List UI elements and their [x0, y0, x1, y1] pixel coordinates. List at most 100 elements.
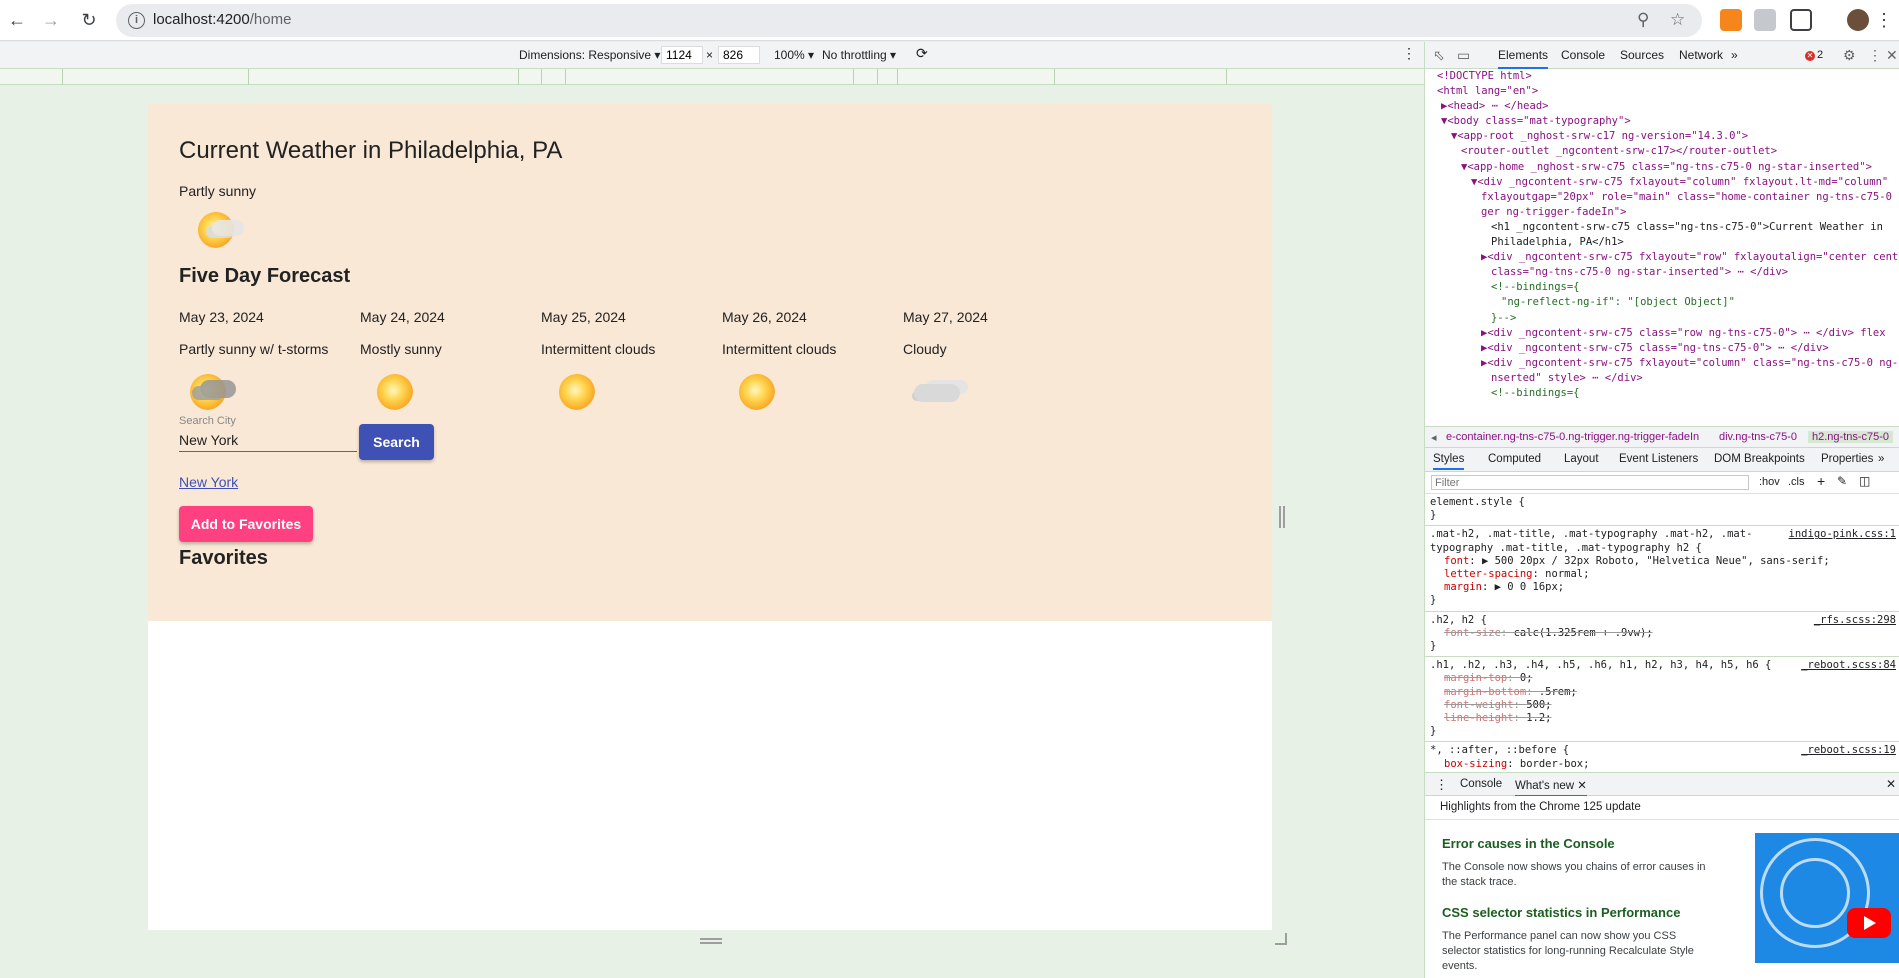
zoom-dropdown[interactable]: 100% ▾	[774, 48, 814, 62]
paint-icon[interactable]: ✎	[1837, 474, 1847, 488]
city-link[interactable]: New York	[179, 474, 238, 490]
breadcrumb-scroll-left[interactable]: ◂	[1431, 431, 1437, 444]
css-source-link[interactable]: _reboot.scss:84	[1801, 659, 1896, 672]
viewport-resize-corner-handle[interactable]	[1275, 933, 1287, 945]
css-property[interactable]: line-height: 1.2;	[1430, 712, 1895, 725]
subtab-computed[interactable]: Computed	[1488, 453, 1541, 465]
width-input[interactable]	[661, 46, 703, 64]
tab-elements[interactable]: Elements	[1498, 48, 1549, 69]
css-property[interactable]: letter-spacing: normal;	[1430, 568, 1895, 581]
close-devtools-icon[interactable]: ✕	[1886, 47, 1898, 64]
search-city-input[interactable]	[179, 428, 357, 452]
dom-node[interactable]: <!--bindings={	[1425, 280, 1899, 295]
subtab-event-listeners[interactable]: Event Listeners	[1619, 453, 1698, 465]
device-menu-icon[interactable]: ⋮	[1402, 45, 1416, 62]
bookmark-star-icon[interactable]: ☆	[1670, 10, 1685, 30]
dom-node[interactable]: <router-outlet _ngcontent-srw-c17></rout…	[1425, 144, 1899, 159]
whats-new-item-title[interactable]: Error causes in the Console	[1442, 836, 1615, 851]
dom-node[interactable]: <!DOCTYPE html>	[1425, 69, 1899, 84]
dom-node[interactable]: ▼<app-root _nghost-srw-c17 ng-version="1…	[1425, 129, 1899, 144]
dom-node[interactable]: <!--bindings={	[1425, 386, 1899, 401]
zoom-icon[interactable]: ⚲	[1637, 10, 1649, 30]
error-count-badge[interactable]: ✕ 2	[1805, 49, 1823, 61]
dom-node[interactable]: ger ng-trigger-fadeIn">	[1425, 205, 1899, 220]
drawer-tab-whats-new[interactable]: What's new ✕	[1515, 778, 1587, 797]
back-button[interactable]: ←	[3, 6, 31, 34]
sidebar-toggle-icon[interactable]: ◫	[1859, 474, 1870, 488]
dom-node[interactable]: ▼<div _ngcontent-srw-c75 fxlayout="colum…	[1425, 175, 1899, 190]
css-property[interactable]: margin-bottom: .5rem;	[1430, 686, 1895, 699]
css-rule[interactable]: element.style {}	[1425, 494, 1899, 527]
drawer-tab-console[interactable]: Console	[1460, 778, 1502, 790]
tab-console[interactable]: Console	[1561, 48, 1605, 62]
dom-node[interactable]: ▼<body class="mat-typography">	[1425, 114, 1899, 129]
css-rule[interactable]: *, ::after, ::before {_reboot.scss:19 box…	[1425, 742, 1899, 775]
breadcrumb-item[interactable]: e-container.ng-tns-c75-0.ng-trigger.ng-t…	[1446, 431, 1699, 443]
breadcrumb-item[interactable]: div.ng-tns-c75-0	[1719, 431, 1797, 443]
dom-node[interactable]: ▶<div _ngcontent-srw-c75 fxlayout="row" …	[1425, 250, 1899, 265]
dom-node[interactable]: ▶<div _ngcontent-srw-c75 fxlayout="colum…	[1425, 356, 1899, 371]
dom-node[interactable]: ▶<div _ngcontent-srw-c75 class="row ng-t…	[1425, 326, 1899, 341]
hov-toggle[interactable]: :hov	[1759, 476, 1780, 488]
subtab-properties[interactable]: Properties	[1821, 453, 1873, 465]
dom-node[interactable]: ▶<head> ⋯ </head>	[1425, 99, 1899, 114]
subtab-dom-breakpoints[interactable]: DOM Breakpoints	[1714, 453, 1805, 465]
tab-sources[interactable]: Sources	[1620, 48, 1664, 62]
css-source-link[interactable]: _rfs.scss:298	[1814, 614, 1896, 627]
rotate-icon[interactable]: ⟳	[916, 45, 928, 62]
css-property[interactable]: margin-top: 0;	[1430, 672, 1895, 685]
viewport-resize-right-handle[interactable]	[1279, 506, 1285, 528]
css-source-link[interactable]: _reboot.scss:19	[1801, 744, 1896, 757]
dimensions-dropdown[interactable]: Dimensions: Responsive ▾	[519, 48, 660, 62]
dom-node[interactable]: fxlayoutgap="20px" role="main" class="ho…	[1425, 190, 1899, 205]
dom-tree[interactable]: <!DOCTYPE html> <html lang="en"> ▶<head> ⋯…	[1425, 69, 1899, 453]
dom-node[interactable]: ▶<div _ngcontent-srw-c75 class="ng-tns-c…	[1425, 341, 1899, 356]
add-to-favorites-button[interactable]: Add to Favorites	[179, 506, 313, 542]
dom-node[interactable]: <h1 _ngcontent-srw-c75 class="ng-tns-c75…	[1425, 220, 1899, 235]
site-info-icon[interactable]: i	[128, 12, 145, 29]
css-rule[interactable]: .h1, .h2, .h3, .h4, .h5, .h6, h1, h2, h3…	[1425, 657, 1899, 743]
device-toggle-icon[interactable]: ▭	[1457, 47, 1470, 64]
search-button[interactable]: Search	[359, 424, 434, 460]
whats-new-item-title[interactable]: CSS selector statistics in Performance	[1442, 905, 1680, 920]
throttling-dropdown[interactable]: No throttling ▾	[822, 48, 896, 62]
cls-toggle[interactable]: .cls	[1788, 476, 1805, 488]
url-text[interactable]: localhost:4200/home	[153, 11, 291, 28]
dom-node[interactable]: nserted" style> ⋯ </div>	[1425, 371, 1899, 386]
tab-network[interactable]: Network	[1679, 48, 1723, 62]
youtube-play-icon[interactable]	[1847, 908, 1891, 938]
extension-icon[interactable]	[1754, 9, 1776, 31]
reload-button[interactable]: ↻	[75, 6, 103, 34]
dom-node[interactable]: Philadelphia, PA</h1>	[1425, 235, 1899, 250]
css-property[interactable]: font-weight: 500;	[1430, 699, 1895, 712]
devtools-menu-icon[interactable]: ⋮	[1868, 47, 1882, 64]
new-rule-icon[interactable]: +	[1817, 473, 1825, 489]
viewport-resize-bottom-handle[interactable]	[700, 938, 722, 944]
css-property[interactable]: font-size: calc(1.325rem + .9vw);	[1430, 627, 1895, 640]
close-drawer-icon[interactable]: ✕	[1886, 777, 1896, 791]
address-bar[interactable]: i localhost:4200/home ⚲ ☆	[116, 4, 1702, 37]
css-source-link[interactable]: indigo-pink.css:1	[1789, 528, 1896, 541]
metamask-extension-icon[interactable]	[1720, 9, 1742, 31]
dom-node[interactable]: }-->	[1425, 311, 1899, 326]
breadcrumb-item-active[interactable]: h2.ng-tns-c75-0	[1808, 431, 1894, 443]
drawer-menu-icon[interactable]: ⋮	[1435, 777, 1448, 793]
profile-avatar[interactable]	[1847, 9, 1869, 31]
subtab-more[interactable]: »	[1878, 453, 1884, 465]
dom-node[interactable]: "ng-reflect-ng-if": "[object Object]"	[1425, 295, 1899, 310]
css-rule[interactable]: .h2, h2 {_rfs.scss:298 font-size: calc(1.…	[1425, 612, 1899, 658]
close-tab-icon[interactable]: ✕	[1577, 780, 1587, 792]
css-property[interactable]: box-sizing: border-box;	[1430, 758, 1895, 771]
tab-more[interactable]: »	[1731, 48, 1738, 62]
settings-gear-icon[interactable]: ⚙	[1843, 47, 1856, 64]
browser-menu-button[interactable]: ⋮	[1870, 6, 1898, 34]
subtab-styles[interactable]: Styles	[1433, 453, 1465, 470]
forward-button[interactable]: →	[37, 6, 65, 34]
whats-new-video-thumbnail[interactable]	[1755, 833, 1899, 963]
css-rule[interactable]: .mat-h2, .mat-title, .mat-typography .ma…	[1425, 526, 1899, 612]
dom-node[interactable]: <html lang="en">	[1425, 84, 1899, 99]
height-input[interactable]	[718, 46, 760, 64]
styles-filter-input[interactable]	[1431, 475, 1749, 490]
extensions-puzzle-icon[interactable]	[1790, 9, 1812, 31]
subtab-layout[interactable]: Layout	[1564, 453, 1599, 465]
